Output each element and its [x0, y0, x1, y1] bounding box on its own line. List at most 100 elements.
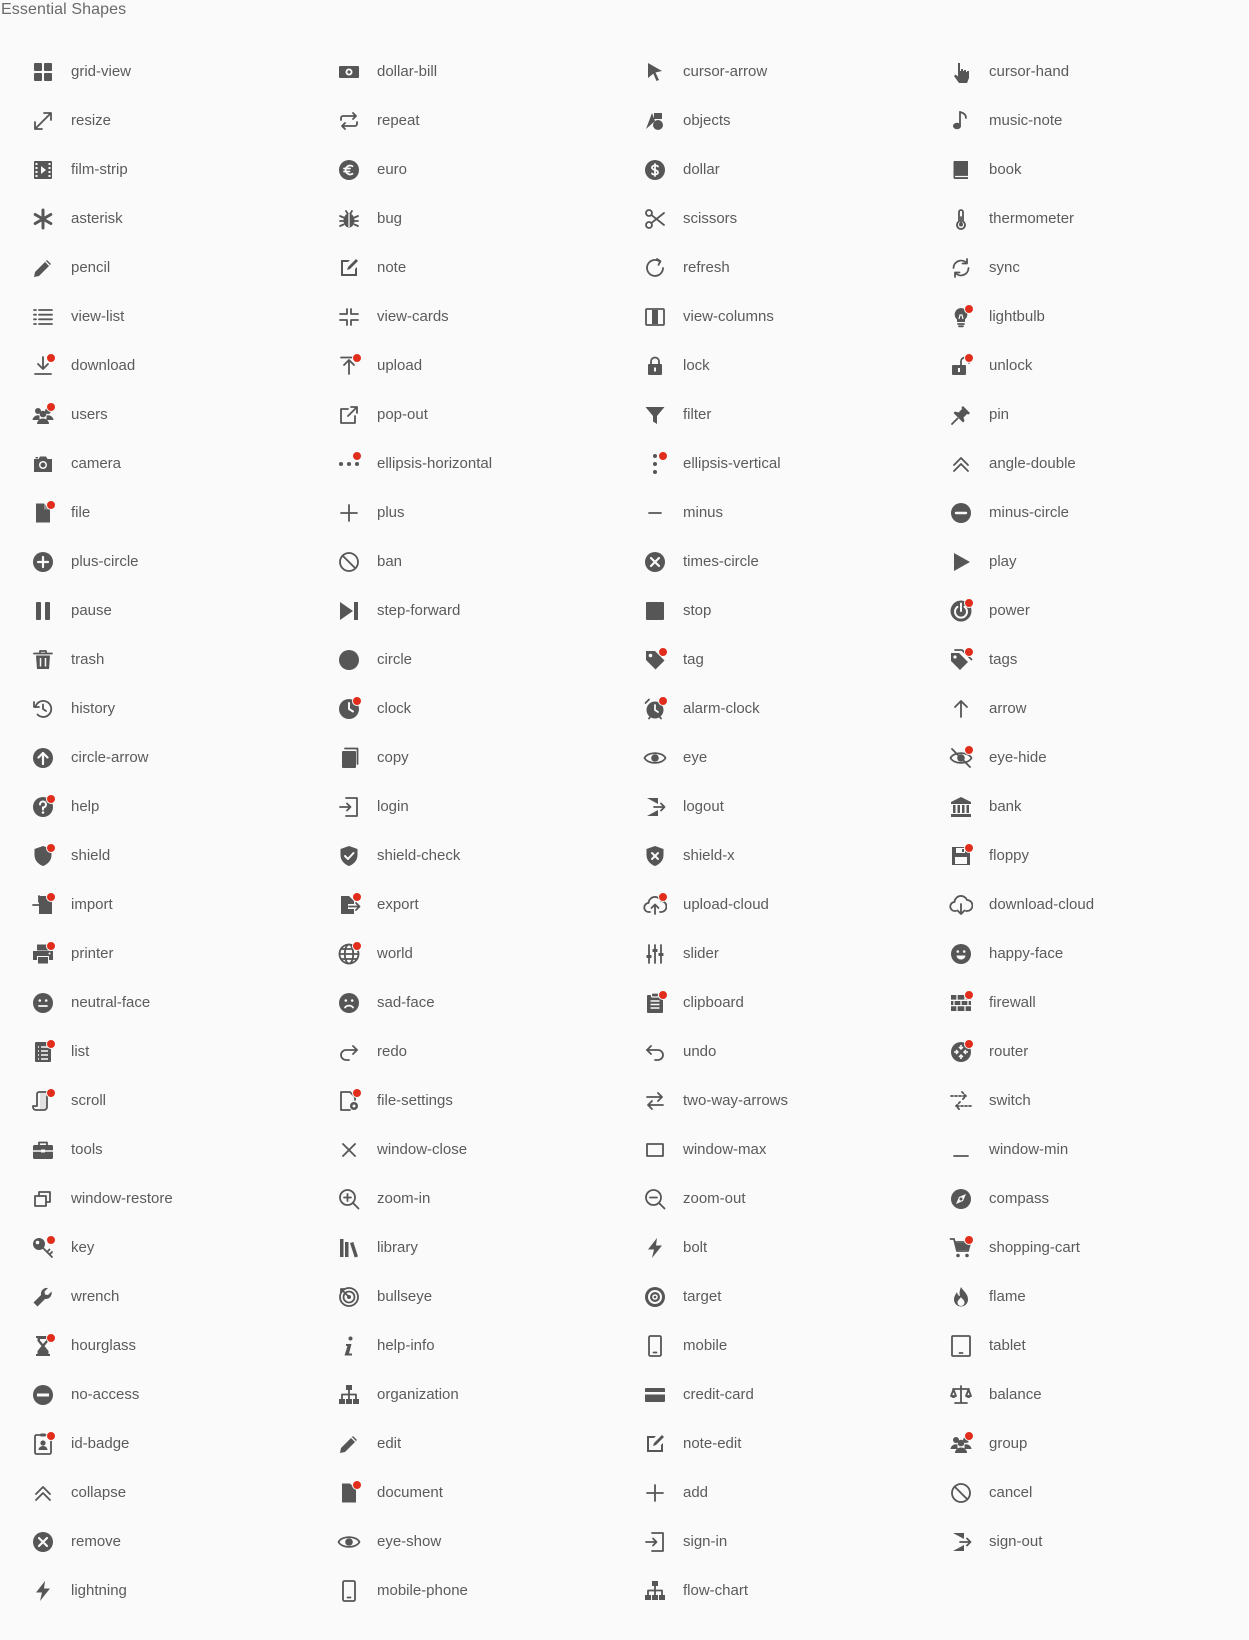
ellipsis-horizontal-icon: [337, 450, 362, 476]
shape-label: redo: [377, 1043, 408, 1060]
shape-item-euro: euro: [336, 145, 642, 194]
shape-label: slider: [683, 945, 719, 962]
flow-chart-icon: [643, 1579, 667, 1603]
document-icon: [337, 1479, 362, 1505]
shape-label: minus-circle: [989, 504, 1070, 521]
id-badge-icon: [31, 1430, 56, 1456]
shape-item-ellipsis-horizontal: ellipsis-horizontal: [336, 439, 642, 488]
shape-label: view-cards: [377, 308, 449, 325]
pencil-icon: [31, 256, 55, 280]
shape-label: trash: [71, 651, 105, 668]
circle-icon: [337, 648, 361, 672]
times-circle-icon: [643, 550, 667, 574]
mobile-icon: [643, 1334, 667, 1358]
shape-item-repeat: repeat: [336, 96, 642, 145]
shape-item-zoom-out: zoom-out: [642, 1174, 948, 1223]
shapes-grid: grid-view dollar-bill cursor-arrow cursor-h…: [30, 47, 1249, 1615]
shape-item-cursor-hand: cursor-hand: [948, 47, 1249, 96]
shape-label: history: [71, 700, 116, 717]
shape-item-eye-show: eye-show: [336, 1517, 642, 1566]
shape-label: shield-check: [377, 847, 461, 864]
notification-badge: [658, 695, 668, 706]
shape-label: file: [71, 504, 91, 521]
shape-item-shield: shield: [30, 831, 336, 880]
bullseye-icon: [337, 1285, 361, 1309]
notification-badge: [352, 891, 362, 902]
shape-item-camera: camera: [30, 439, 336, 488]
shape-item-resize: resize: [30, 96, 336, 145]
shape-label: credit-card: [683, 1386, 754, 1403]
shape-label: download: [71, 357, 136, 374]
shape-item-upload: upload: [336, 341, 642, 390]
compass-icon: [949, 1187, 973, 1211]
shape-label: upload-cloud: [683, 896, 769, 913]
shape-label: note: [377, 259, 407, 276]
view-columns-icon: [643, 305, 667, 329]
note-edit-icon: [643, 1432, 667, 1456]
shape-label: tablet: [989, 1337, 1026, 1354]
shape-item-minus: minus: [642, 488, 948, 537]
zoom-out-icon: [643, 1187, 667, 1211]
shape-label: copy: [377, 749, 409, 766]
window-close-icon: [337, 1138, 361, 1162]
sync-icon: [949, 256, 973, 280]
shape-label: sign-in: [683, 1533, 728, 1550]
shape-label: clock: [377, 700, 412, 717]
shape-label: sign-out: [989, 1533, 1043, 1550]
notification-badge: [964, 597, 974, 608]
angle-double-icon: [949, 452, 973, 476]
eye-icon: [643, 746, 667, 770]
shape-label: scroll: [71, 1092, 107, 1109]
notification-badge: [964, 646, 974, 657]
shape-label: logout: [683, 798, 724, 815]
export-icon: [337, 891, 362, 917]
notification-badge: [46, 1430, 56, 1441]
shape-item-happy-face: happy-face: [948, 929, 1249, 978]
shape-item-trash: trash: [30, 635, 336, 684]
sad-face-icon: [337, 991, 361, 1015]
shape-label: window-restore: [71, 1190, 173, 1207]
shape-item-firewall: firewall: [948, 978, 1249, 1027]
add-icon: [643, 1481, 667, 1505]
shape-label: zoom-out: [683, 1190, 746, 1207]
shape-item-balance: balance: [948, 1370, 1249, 1419]
filter-icon: [643, 403, 667, 427]
lightbulb-icon: [949, 303, 974, 329]
shape-item-dollar: dollar: [642, 145, 948, 194]
shape-label: shield: [71, 847, 111, 864]
shape-item-book: book: [948, 145, 1249, 194]
users-icon: [31, 401, 56, 427]
shape-label: list: [71, 1043, 90, 1060]
notification-badge: [658, 450, 668, 461]
shape-label: dollar: [683, 161, 720, 178]
shape-item-import: import: [30, 880, 336, 929]
shape-item-scroll: scroll: [30, 1076, 336, 1125]
shape-label: asterisk: [71, 210, 123, 227]
shape-label: neutral-face: [71, 994, 151, 1011]
shape-label: organization: [377, 1386, 459, 1403]
shape-item-unlock: unlock: [948, 341, 1249, 390]
floppy-icon: [949, 842, 974, 868]
shape-item-scissors: scissors: [642, 194, 948, 243]
bolt-icon: [643, 1236, 667, 1260]
shape-item-pencil: pencil: [30, 243, 336, 292]
switch-icon: [949, 1089, 973, 1113]
flame-icon: [949, 1285, 973, 1309]
shape-label: collapse: [71, 1484, 127, 1501]
shape-item-download: download: [30, 341, 336, 390]
shape-item-lightning: lightning: [30, 1566, 336, 1615]
shape-label: document: [377, 1484, 443, 1501]
arrow-icon: [949, 697, 973, 721]
printer-icon: [31, 940, 56, 966]
shape-label: export: [377, 896, 419, 913]
shape-item-plus: plus: [336, 488, 642, 537]
eye-hide-icon: [949, 744, 974, 770]
power-icon: [949, 597, 974, 623]
minus-icon: [643, 501, 667, 525]
shape-label: pause: [71, 602, 112, 619]
shape-label: circle-arrow: [71, 749, 149, 766]
shape-label: tools: [71, 1141, 103, 1158]
scissors-icon: [643, 207, 667, 231]
minus-circle-icon: [949, 501, 973, 525]
shape-label: users: [71, 406, 108, 423]
